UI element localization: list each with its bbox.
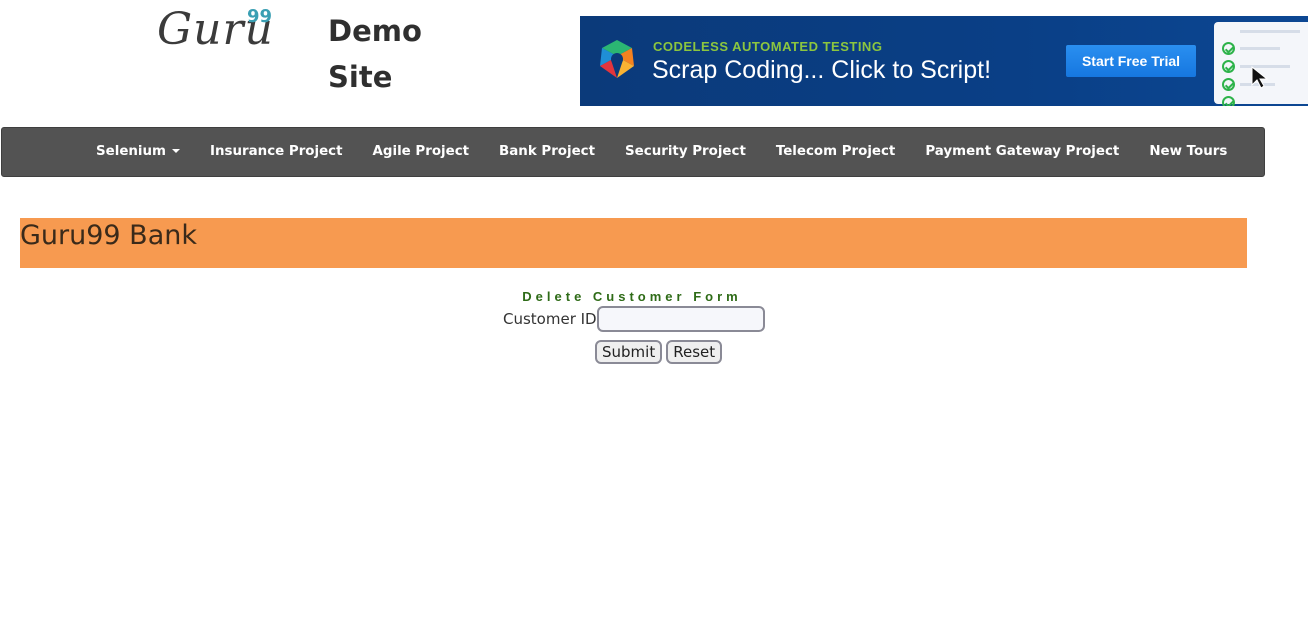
guru99-logo[interactable]: Guru 99 — [157, 4, 277, 56]
form-title: Delete Customer Form — [522, 289, 742, 304]
checkmark-icon — [1222, 60, 1235, 73]
nav-item-label: Selenium — [96, 144, 167, 159]
site-header: Guru 99 Demo Site CODELESS AUTOMATED TES… — [0, 0, 1308, 126]
mouse-cursor-icon — [1251, 66, 1269, 89]
ad-headline: Scrap Coding... Click to Script! — [652, 56, 992, 84]
nav-item-new-tours[interactable]: New Tours — [1134, 128, 1242, 176]
bank-title: Guru99 Bank — [20, 220, 198, 251]
logo-superscript: 99 — [247, 6, 273, 27]
ad-kicker: CODELESS AUTOMATED TESTING — [653, 39, 883, 54]
form-buttons: Submit Reset — [595, 340, 723, 364]
ad-screen-line — [1240, 47, 1280, 50]
nav-item-security-project[interactable]: Security Project — [610, 128, 761, 176]
testing-tool-logo-icon — [600, 40, 634, 78]
nav-item-agile-project[interactable]: Agile Project — [358, 128, 485, 176]
nav-item-telecom-project[interactable]: Telecom Project — [761, 128, 911, 176]
reset-button[interactable]: Reset — [666, 340, 723, 364]
bank-banner: Guru99 Bank — [20, 218, 1247, 268]
customer-id-input[interactable] — [596, 306, 765, 332]
checkmark-icon — [1222, 96, 1235, 106]
checkmark-icon — [1222, 42, 1235, 55]
nav-item-bank-project[interactable]: Bank Project — [484, 128, 610, 176]
nav-list: Selenium Insurance Project Agile Project… — [81, 128, 1242, 176]
ad-banner[interactable]: CODELESS AUTOMATED TESTING Scrap Coding.… — [580, 16, 1308, 106]
nav-item-payment-gateway-project[interactable]: Payment Gateway Project — [910, 128, 1134, 176]
site-title: Demo Site — [328, 14, 422, 94]
checkmark-icon — [1222, 78, 1235, 91]
chevron-down-icon — [172, 149, 181, 153]
start-free-trial-button[interactable]: Start Free Trial — [1066, 45, 1196, 77]
nav-item-selenium[interactable]: Selenium — [81, 128, 195, 176]
ad-screenshot-illustration — [1214, 22, 1308, 106]
main-navbar: Selenium Insurance Project Agile Project… — [1, 127, 1265, 177]
submit-button[interactable]: Submit — [595, 340, 663, 364]
customer-id-label: Customer ID — [503, 310, 597, 328]
nav-item-insurance-project[interactable]: Insurance Project — [195, 128, 358, 176]
customer-id-row: Customer ID — [503, 306, 765, 332]
ad-screen-line — [1240, 30, 1300, 33]
